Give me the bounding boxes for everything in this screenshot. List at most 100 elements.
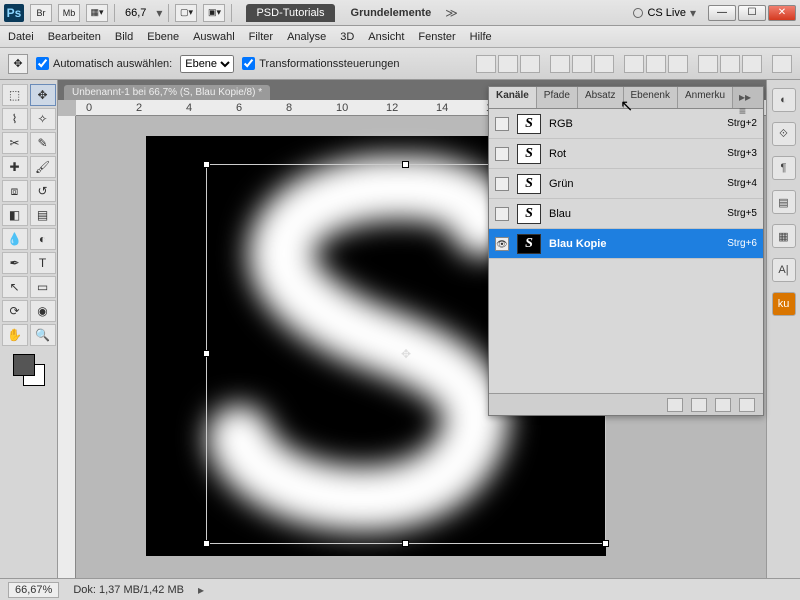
status-menu-icon[interactable]: ▸ (198, 583, 204, 597)
dock-swatches-icon[interactable]: ▦ (772, 224, 796, 248)
eye-toggle[interactable] (495, 207, 509, 221)
color-swatches[interactable] (13, 354, 45, 386)
menu-3d[interactable]: 3D (340, 31, 354, 43)
move-tool-icon[interactable]: ✥ (8, 54, 28, 74)
channel-rgb[interactable]: S RGB Strg+2 (489, 109, 763, 139)
channel-blau-kopie[interactable]: S Blau Kopie Strg+6 (489, 229, 763, 259)
dock-char-icon[interactable]: A| (772, 258, 796, 282)
save-selection-icon[interactable] (691, 398, 707, 412)
menu-analyse[interactable]: Analyse (287, 31, 326, 43)
handle-bl[interactable] (203, 540, 210, 547)
channel-blau[interactable]: S Blau Strg+5 (489, 199, 763, 229)
eye-toggle[interactable] (495, 147, 509, 161)
tab-pfade[interactable]: Pfade (537, 87, 578, 108)
dist-vcenter[interactable] (646, 55, 666, 73)
eyedropper-tool[interactable]: ✎ (30, 132, 56, 154)
handle-b[interactable] (402, 540, 409, 547)
handle-br[interactable] (602, 540, 609, 547)
minimize-button[interactable]: — (708, 5, 736, 21)
menu-bearbeiten[interactable]: Bearbeiten (48, 31, 101, 43)
new-channel-icon[interactable] (715, 398, 731, 412)
tab-kanaele[interactable]: Kanäle (489, 87, 537, 108)
align-right[interactable] (594, 55, 614, 73)
dist-left[interactable] (698, 55, 718, 73)
handle-l[interactable] (203, 350, 210, 357)
align-hcenter[interactable] (572, 55, 592, 73)
transform-center-icon[interactable]: ✥ (400, 348, 412, 360)
minibridge-button[interactable]: Mb (58, 4, 80, 22)
panel-more-icon[interactable]: ▸▸ ≡ (733, 87, 763, 108)
handle-t[interactable] (402, 161, 409, 168)
align-bottom[interactable] (520, 55, 540, 73)
zoom-dropdown-icon[interactable]: ▾ (156, 6, 162, 20)
ruler-vertical[interactable] (58, 116, 76, 578)
dist-top[interactable] (624, 55, 644, 73)
brush-tool[interactable]: 🖌 (30, 156, 56, 178)
camera-tool[interactable]: ◉ (30, 300, 56, 322)
screenmode-button[interactable]: ▣▾ (203, 4, 225, 22)
align-vcenter[interactable] (498, 55, 518, 73)
zoom-tool[interactable]: 🔍 (30, 324, 56, 346)
dist-hcenter[interactable] (720, 55, 740, 73)
align-top[interactable] (476, 55, 496, 73)
menu-filter[interactable]: Filter (249, 31, 273, 43)
history-brush-tool[interactable]: ↺ (30, 180, 56, 202)
auto-select-checkbox[interactable]: Automatisch auswählen: (36, 57, 172, 70)
channel-empty-area[interactable] (489, 259, 763, 393)
3d-tool[interactable]: ⟳ (2, 300, 28, 322)
bridge-button[interactable]: Br (30, 4, 52, 22)
lasso-tool[interactable]: ⌇ (2, 108, 28, 130)
menu-ansicht[interactable]: Ansicht (368, 31, 404, 43)
document-tab[interactable]: Unbenannt-1 bei 66,7% (S, Blau Kopie/8) … (64, 85, 270, 100)
channel-rot[interactable]: S Rot Strg+3 (489, 139, 763, 169)
dock-kuler-icon[interactable]: ku (772, 292, 796, 316)
crop-tool[interactable]: ✂ (2, 132, 28, 154)
marquee-tool[interactable]: ⬚ (2, 84, 28, 106)
eye-toggle[interactable] (495, 117, 509, 131)
dock-adjust-icon[interactable]: ⟐ (772, 122, 796, 146)
eraser-tool[interactable]: ◧ (2, 204, 28, 226)
eye-toggle[interactable] (495, 177, 509, 191)
tab-ebenenkomp[interactable]: Ebenenk (624, 87, 678, 108)
type-tool[interactable]: T (30, 252, 56, 274)
dodge-tool[interactable]: ◐ (30, 228, 56, 250)
workspace-tab-active[interactable]: PSD-Tutorials (246, 4, 334, 22)
shape-tool[interactable]: ▭ (30, 276, 56, 298)
dock-color-icon[interactable]: ◐ (772, 88, 796, 112)
dist-right[interactable] (742, 55, 762, 73)
zoom-level[interactable]: 66,7 (121, 7, 150, 19)
move-tool[interactable]: ✥ (30, 84, 56, 106)
status-zoom[interactable]: 66,67% (8, 582, 59, 598)
transform-controls-checkbox[interactable]: Transformationssteuerungen (242, 57, 399, 70)
maximize-button[interactable]: ☐ (738, 5, 766, 21)
handle-tl[interactable] (203, 161, 210, 168)
close-button[interactable]: ✕ (768, 5, 796, 21)
tab-anmerkungen[interactable]: Anmerku (678, 87, 733, 108)
gradient-tool[interactable]: ▤ (30, 204, 56, 226)
menu-bild[interactable]: Bild (115, 31, 133, 43)
blur-tool[interactable]: 💧 (2, 228, 28, 250)
stamp-tool[interactable]: ⧈ (2, 180, 28, 202)
heal-tool[interactable]: ✚ (2, 156, 28, 178)
menu-ebene[interactable]: Ebene (147, 31, 179, 43)
delete-channel-icon[interactable] (739, 398, 755, 412)
tab-absatz[interactable]: Absatz (578, 87, 624, 108)
cs-live[interactable]: CS Live▾ (633, 6, 696, 20)
more-workspaces-icon[interactable]: ≫ (445, 6, 458, 20)
dist-bottom[interactable] (668, 55, 688, 73)
load-selection-icon[interactable] (667, 398, 683, 412)
dock-layers-icon[interactable]: ▤ (772, 190, 796, 214)
channels-panel[interactable]: Kanäle Pfade Absatz Ebenenk Anmerku ▸▸ ≡… (488, 86, 764, 416)
channel-gruen[interactable]: S Grün Strg+4 (489, 169, 763, 199)
path-tool[interactable]: ↖ (2, 276, 28, 298)
align-left[interactable] (550, 55, 570, 73)
menu-hilfe[interactable]: Hilfe (470, 31, 492, 43)
eye-toggle[interactable] (495, 237, 509, 251)
menu-fenster[interactable]: Fenster (418, 31, 455, 43)
arrange-button[interactable]: ▢▾ (175, 4, 197, 22)
menu-auswahl[interactable]: Auswahl (193, 31, 235, 43)
auto-align[interactable] (772, 55, 792, 73)
menu-datei[interactable]: Datei (8, 31, 34, 43)
wand-tool[interactable]: ✧ (30, 108, 56, 130)
hand-tool[interactable]: ✋ (2, 324, 28, 346)
